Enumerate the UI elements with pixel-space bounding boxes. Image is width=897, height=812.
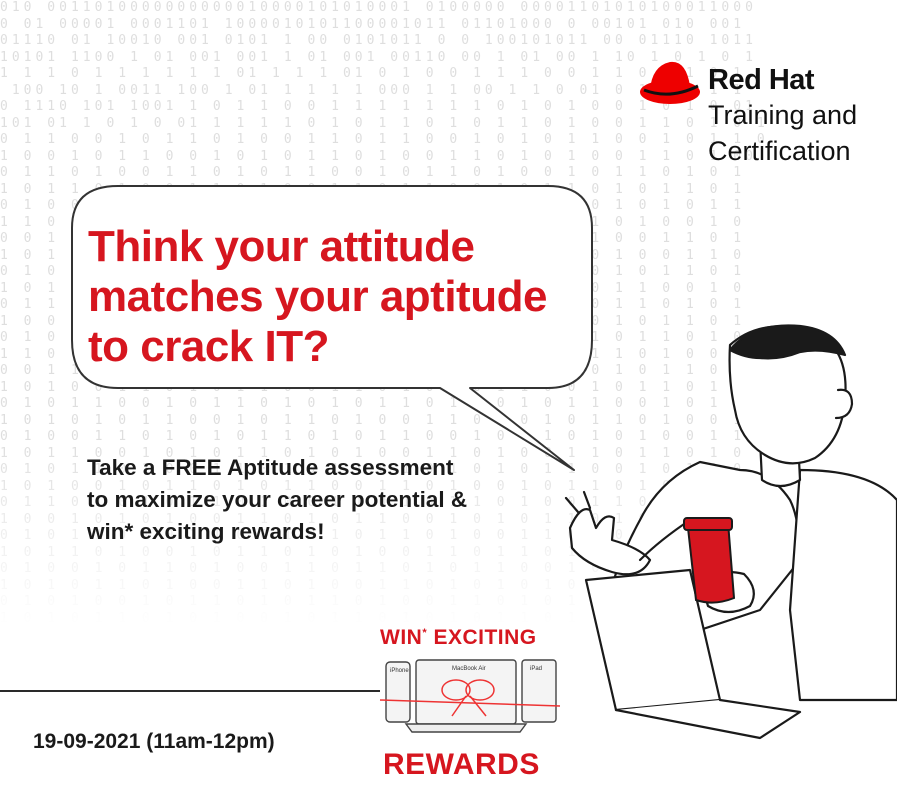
laptop-label: MacBook Air <box>452 666 486 672</box>
phone-icon: iPhone <box>385 661 411 723</box>
tablet-label: iPad <box>530 666 542 672</box>
rewards-subheading: REWARDS <box>383 748 540 781</box>
tablet-icon: iPad <box>521 659 557 723</box>
phone-label: iPhone <box>390 668 409 674</box>
rewards-devices: iPhone MacBook Air iPad <box>379 659 561 733</box>
